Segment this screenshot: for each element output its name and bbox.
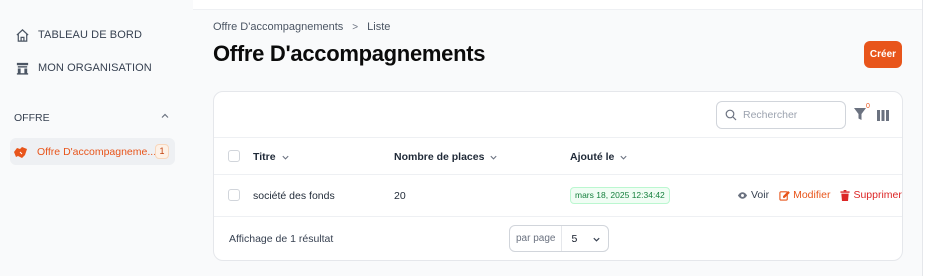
view-action[interactable]: Voir (737, 189, 769, 201)
column-header-nombre-places[interactable]: Nombre de places (394, 151, 498, 163)
column-header-titre[interactable]: Titre (253, 151, 290, 163)
chevron-down-icon (592, 235, 601, 244)
sidebar-item-label: MON ORGANISATION (38, 62, 152, 74)
search-placeholder: Rechercher (743, 109, 798, 121)
sidebar-item-dashboard[interactable]: TABLEAU DE BORD (14, 27, 142, 43)
chevron-down-icon (281, 153, 290, 162)
chevron-down-icon (619, 153, 628, 162)
filter-count-badge: 0 (866, 103, 870, 110)
home-icon (14, 27, 30, 43)
sidebar-section-offre[interactable]: OFFRE (14, 111, 170, 124)
breadcrumb-parent[interactable]: Offre D'accompagnements (213, 21, 343, 33)
page-title: Offre D'accompagnements (213, 41, 486, 66)
table-toolbar: Rechercher 0 (214, 92, 902, 138)
building-icon (14, 60, 30, 76)
delete-label: Supprimer (853, 189, 902, 201)
count-badge: 1 (155, 144, 169, 159)
create-button[interactable]: Créer (864, 41, 902, 68)
edit-action[interactable]: Modifier (779, 189, 830, 201)
date-badge: mars 18, 2025 12:34:42 (570, 187, 670, 204)
sidebar-item-label: Offre D'accompagneme... (37, 145, 157, 158)
per-page-select[interactable]: par page 5 (509, 225, 609, 252)
table-footer: Affichage de 1 résultat par page 5 (214, 217, 902, 261)
column-label: Ajouté le (570, 151, 615, 163)
sidebar: TABLEAU DE BORD MON ORGANISATION OFFRE O… (0, 0, 193, 276)
search-icon (725, 109, 737, 121)
table-card: Rechercher 0 Titre Nombre de places Ajou… (213, 91, 903, 261)
table-row: société des fonds 20 mars 18, 2025 12:34… (214, 175, 902, 217)
delete-action[interactable]: Supprimer (840, 189, 902, 201)
breadcrumb-separator: > (352, 21, 359, 33)
row-checkbox[interactable] (228, 189, 240, 201)
column-header-ajoute-le[interactable]: Ajouté le (570, 151, 628, 163)
sidebar-section-label: OFFRE (14, 111, 50, 124)
eye-icon (737, 190, 748, 201)
search-input[interactable]: Rechercher (716, 101, 846, 129)
chevron-up-icon (160, 111, 170, 124)
sidebar-item-offre-accompagnement[interactable]: Offre D'accompagneme... 1 (10, 138, 175, 165)
filter-icon[interactable] (854, 107, 866, 126)
table-header: Titre Nombre de places Ajouté le (214, 138, 902, 175)
handshake-icon (13, 144, 29, 160)
column-label: Nombre de places (394, 151, 485, 163)
columns-icon[interactable] (877, 108, 889, 126)
row-actions: Voir Modifier Supprimer (727, 189, 902, 201)
edit-icon (779, 190, 790, 201)
select-all-checkbox[interactable] (228, 150, 240, 162)
cell-titre: société des fonds (253, 190, 335, 202)
topbar (193, 0, 924, 10)
chevron-down-icon (489, 153, 498, 162)
per-page-label: par page (510, 226, 563, 251)
view-label: Voir (751, 189, 770, 201)
column-label: Titre (253, 151, 276, 163)
results-summary: Affichage de 1 résultat (229, 233, 334, 245)
trash-icon (840, 189, 851, 201)
per-page-value: 5 (571, 232, 578, 245)
sidebar-item-organisation[interactable]: MON ORGANISATION (14, 60, 152, 76)
edit-label: Modifier (793, 189, 831, 201)
right-scroll-edge (922, 0, 931, 276)
breadcrumb: Offre D'accompagnements > Liste (213, 21, 390, 33)
breadcrumb-current: Liste (367, 21, 391, 33)
cell-nombre-places: 20 (394, 190, 406, 202)
sidebar-item-label: TABLEAU DE BORD (38, 29, 142, 41)
